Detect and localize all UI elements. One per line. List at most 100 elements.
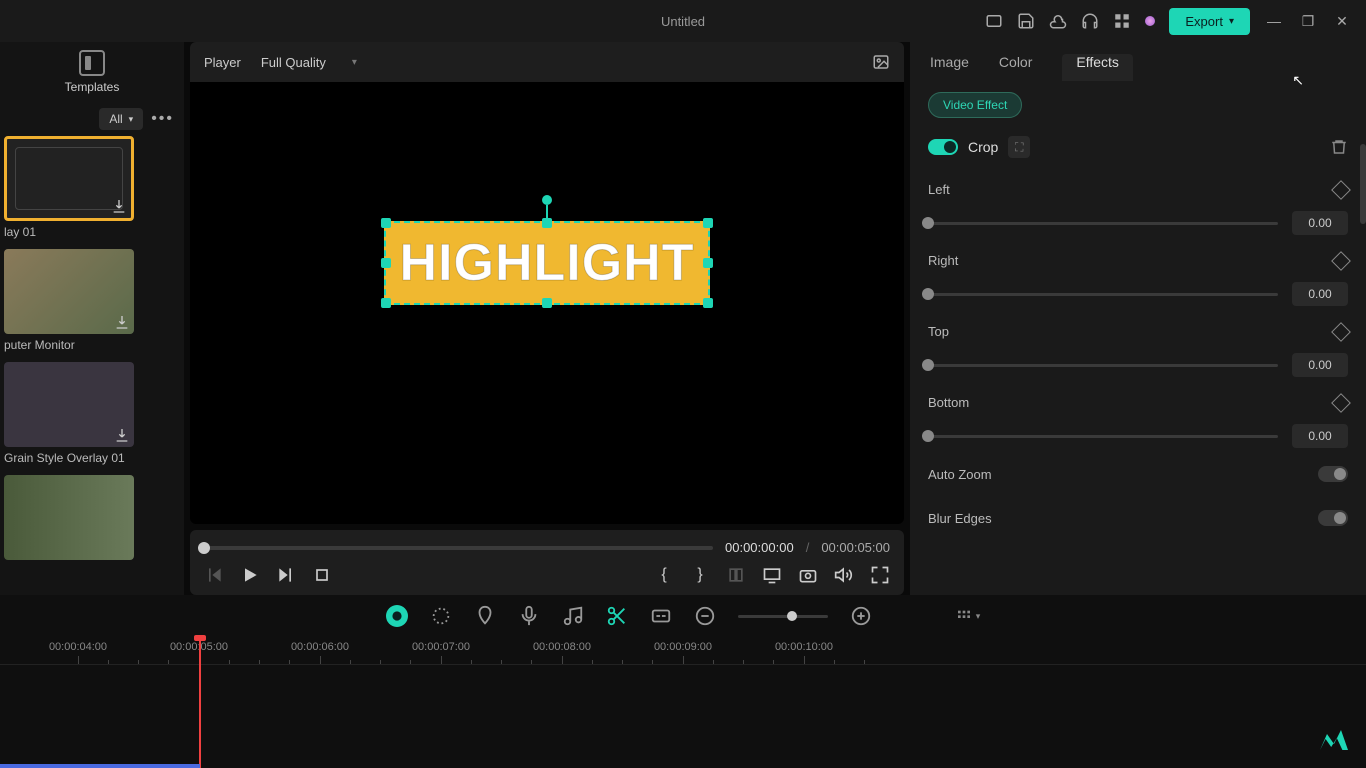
download-icon[interactable]	[114, 314, 130, 330]
zoom-out-button[interactable]	[694, 605, 716, 627]
player-header: Player Full Quality	[190, 42, 904, 82]
template-thumb[interactable]	[4, 249, 134, 334]
quality-select[interactable]: Full Quality	[261, 55, 357, 70]
blur-edges-toggle[interactable]	[1318, 510, 1348, 526]
zoom-thumb[interactable]	[787, 611, 797, 621]
zoom-in-button[interactable]	[850, 605, 872, 627]
keyframe-button[interactable]	[1331, 322, 1351, 342]
cut-button[interactable]	[606, 605, 628, 627]
player-panel: Player Full Quality HIGHLIGHT	[184, 42, 910, 595]
value-top[interactable]: 0.00	[1292, 353, 1348, 377]
templates-header[interactable]: Templates	[0, 42, 184, 102]
resize-handle-ml[interactable]	[381, 258, 391, 268]
video-effect-pill[interactable]: Video Effect	[928, 92, 1022, 118]
value-bottom[interactable]: 0.00	[1292, 424, 1348, 448]
adjust-button[interactable]	[430, 605, 452, 627]
resize-handle-tl[interactable]	[381, 218, 391, 228]
crop-preset-button[interactable]: ⛶	[1008, 136, 1030, 158]
selected-clip-overlay[interactable]: HIGHLIGHT	[384, 221, 711, 305]
layout-icon[interactable]	[985, 12, 1003, 30]
slider-thumb[interactable]	[922, 359, 934, 371]
template-thumb[interactable]	[4, 136, 134, 221]
keyframe-button[interactable]	[1331, 251, 1351, 271]
timeline-scrollbar[interactable]	[0, 764, 200, 768]
keyframe-button[interactable]	[1331, 180, 1351, 200]
template-more-button[interactable]: •••	[151, 110, 174, 128]
minimize-button[interactable]: —	[1264, 11, 1284, 31]
timeline-ruler[interactable]: 00:00:04:00 00:00:05:00 00:00:06:00 00:0…	[0, 637, 1366, 665]
template-item[interactable]	[4, 475, 180, 560]
template-filter-all[interactable]: All	[99, 108, 143, 130]
download-icon[interactable]	[114, 427, 130, 443]
resize-handle-mb[interactable]	[542, 298, 552, 308]
auto-zoom-toggle[interactable]	[1318, 466, 1348, 482]
slider-top[interactable]	[928, 364, 1278, 367]
image-icon[interactable]	[872, 53, 890, 71]
volume-button[interactable]	[834, 565, 854, 585]
cloud-icon[interactable]	[1049, 12, 1067, 30]
headphones-icon[interactable]	[1081, 12, 1099, 30]
slider-right[interactable]	[928, 293, 1278, 296]
record-button[interactable]	[386, 605, 408, 627]
save-icon[interactable]	[1017, 12, 1035, 30]
scrollbar-thumb[interactable]	[1360, 144, 1366, 224]
mark-in-button[interactable]: {	[654, 565, 674, 585]
seek-thumb[interactable]	[198, 542, 210, 554]
zoom-slider[interactable]	[738, 615, 828, 618]
play-button[interactable]	[240, 565, 260, 585]
resize-handle-tr[interactable]	[703, 218, 713, 228]
template-thumb[interactable]	[4, 475, 134, 560]
slider-thumb[interactable]	[922, 288, 934, 300]
profile-avatar[interactable]	[1145, 16, 1155, 26]
download-icon[interactable]	[111, 198, 127, 214]
ruler-mark: 00:00:10:00	[775, 641, 833, 653]
voiceover-button[interactable]	[518, 605, 540, 627]
template-list: lay 01 puter Monitor Grain Style Overlay…	[0, 136, 184, 595]
marker-button[interactable]	[474, 605, 496, 627]
slider-left[interactable]	[928, 222, 1278, 225]
template-item[interactable]: lay 01	[4, 136, 180, 243]
keyframe-button[interactable]	[1331, 393, 1351, 413]
tab-image[interactable]: Image	[930, 54, 969, 80]
resize-handle-br[interactable]	[703, 298, 713, 308]
tab-color[interactable]: Color	[999, 54, 1032, 80]
delete-effect-button[interactable]	[1330, 138, 1348, 156]
maximize-button[interactable]: ❐	[1298, 11, 1318, 31]
play-forward-button[interactable]	[276, 565, 296, 585]
stop-button[interactable]	[312, 565, 332, 585]
snapshot-button[interactable]	[798, 565, 818, 585]
rotate-handle[interactable]	[542, 195, 552, 205]
export-button[interactable]: Export	[1169, 8, 1250, 35]
timeline-view-button[interactable]	[956, 608, 981, 624]
slider-thumb[interactable]	[922, 430, 934, 442]
slider-bottom[interactable]	[928, 435, 1278, 438]
prev-frame-button[interactable]	[204, 565, 224, 585]
mark-out-button[interactable]: }	[690, 565, 710, 585]
tab-effects[interactable]: Effects	[1062, 54, 1133, 81]
player-viewport[interactable]: HIGHLIGHT	[190, 82, 904, 524]
template-caption: lay 01	[4, 221, 180, 243]
fullscreen-button[interactable]	[870, 565, 890, 585]
display-button[interactable]	[762, 565, 782, 585]
timeline[interactable]: 00:00:04:00 00:00:05:00 00:00:06:00 00:0…	[0, 637, 1366, 768]
template-thumb[interactable]	[4, 362, 134, 447]
crop-toggle[interactable]	[928, 139, 958, 155]
close-button[interactable]: ✕	[1332, 11, 1352, 31]
blur-edges-row: Blur Edges	[910, 496, 1366, 540]
slider-thumb[interactable]	[922, 217, 934, 229]
template-item[interactable]: puter Monitor	[4, 249, 180, 356]
audio-button[interactable]	[562, 605, 584, 627]
trim-button[interactable]	[726, 565, 746, 585]
resize-handle-bl[interactable]	[381, 298, 391, 308]
time-total: 00:00:05:00	[821, 540, 890, 555]
value-right[interactable]: 0.00	[1292, 282, 1348, 306]
resize-handle-mt[interactable]	[542, 218, 552, 228]
playhead[interactable]	[199, 637, 201, 768]
value-left[interactable]: 0.00	[1292, 211, 1348, 235]
caption-button[interactable]	[650, 605, 672, 627]
properties-tabs: Image Color Effects ↖	[910, 42, 1366, 80]
resize-handle-mr[interactable]	[703, 258, 713, 268]
seek-slider[interactable]	[204, 546, 713, 550]
apps-icon[interactable]	[1113, 12, 1131, 30]
template-item[interactable]: Grain Style Overlay 01	[4, 362, 180, 469]
